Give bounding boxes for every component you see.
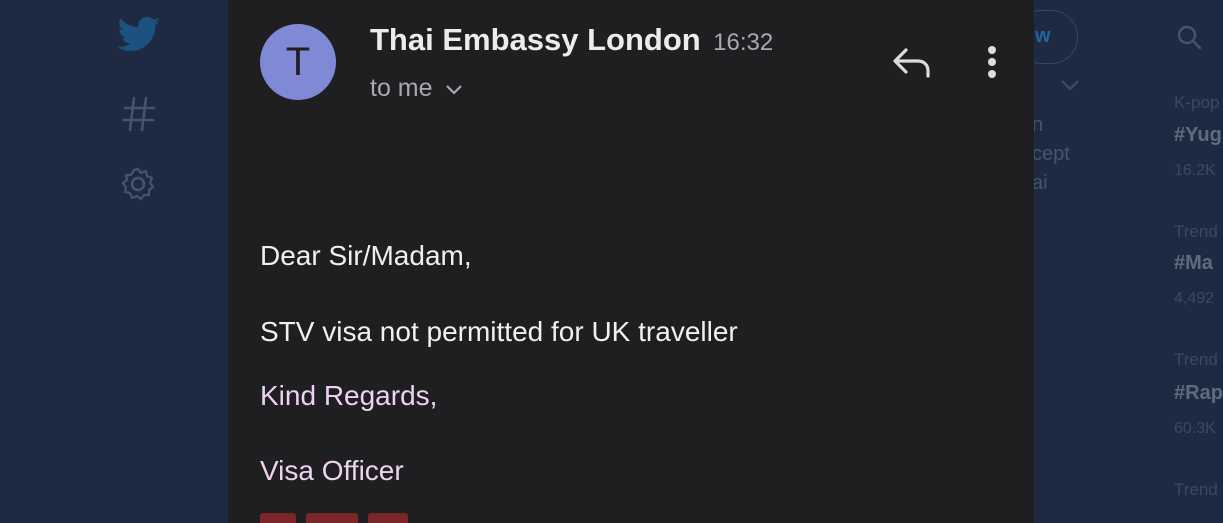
email-message-text: STV visa not permitted for UK traveller: [260, 316, 738, 347]
search-icon[interactable]: [1176, 24, 1202, 55]
email-greeting: Dear Sir/Madam,: [260, 240, 472, 271]
chevron-down-icon[interactable]: [1060, 78, 1080, 97]
recipient-details-toggle[interactable]: to me: [370, 74, 463, 103]
more-vert-icon: [988, 46, 996, 78]
more-options-button[interactable]: [978, 42, 1006, 86]
email-message-panel: T Thai Embassy London 16:32 to me Dear S…: [228, 0, 1034, 523]
message-time: 16:32: [713, 29, 774, 56]
twitter-sidebar-background: [0, 0, 228, 523]
trend-count: 60.3K: [1174, 420, 1216, 437]
follow-button[interactable]: w: [1034, 10, 1078, 64]
screenshot-stage: w n cept ai K-pop #Yug 16.2K Trend #Ma 4…: [0, 0, 1223, 523]
sender-header: Thai Embassy London 16:32: [370, 22, 773, 58]
trend-hashtag[interactable]: #Rap: [1174, 382, 1223, 405]
trend-hashtag[interactable]: #Yug: [1174, 124, 1222, 147]
email-closing: Kind Regards,: [260, 380, 438, 411]
tweet-fragment: n: [1034, 114, 1044, 136]
sender-name: Thai Embassy London: [370, 22, 701, 57]
settings-gear-icon[interactable]: [120, 166, 156, 207]
sender-avatar[interactable]: T: [260, 24, 336, 100]
chevron-down-icon: [445, 74, 463, 103]
trend-category: Trend: [1174, 350, 1218, 369]
trend-category: K-pop: [1174, 93, 1220, 112]
tweet-fragment: ai: [1034, 172, 1048, 194]
twitter-bird-icon[interactable]: [116, 16, 162, 61]
reply-button[interactable]: [890, 44, 934, 84]
follow-button-label: w: [1035, 25, 1051, 47]
recipient-label: to me: [370, 74, 433, 102]
trend-category: Trend: [1174, 480, 1218, 499]
tweet-fragment: cept: [1034, 143, 1070, 165]
cut-off-text-line: [260, 512, 420, 523]
trend-hashtag[interactable]: #Ma: [1174, 252, 1213, 275]
reply-arrow-icon: [893, 48, 930, 78]
email-signature: Visa Officer: [260, 455, 404, 486]
trend-category: Trend: [1174, 222, 1218, 241]
explore-hashtag-icon[interactable]: [122, 96, 156, 137]
trend-count: 16.2K: [1174, 162, 1216, 179]
trend-count: 4,492: [1174, 290, 1215, 307]
twitter-trends-background: w n cept ai K-pop #Yug 16.2K Trend #Ma 4…: [1034, 0, 1223, 523]
